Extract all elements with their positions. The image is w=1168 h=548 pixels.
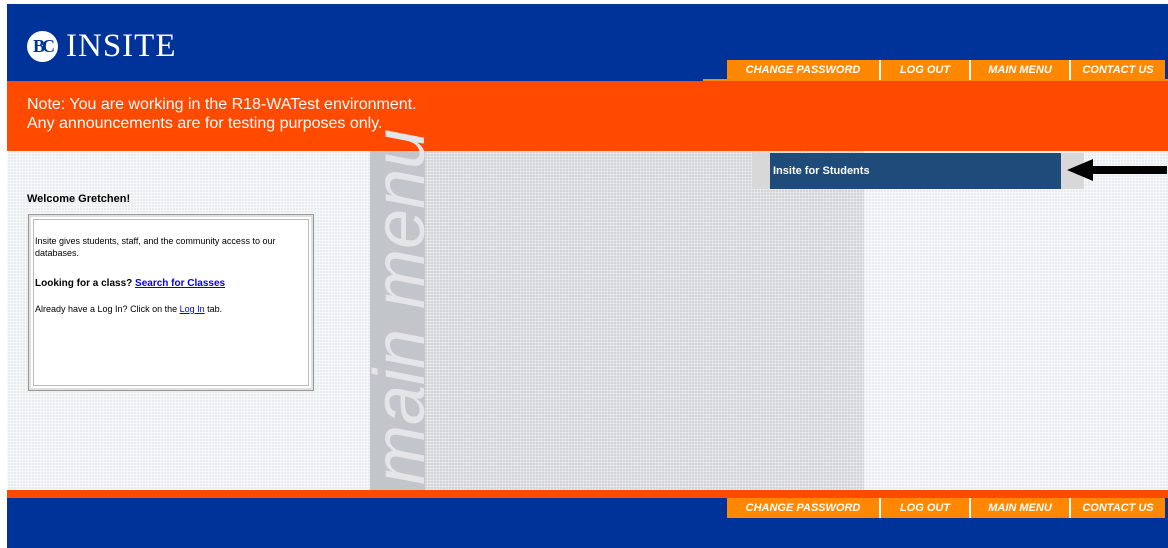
login-hint: Already have a Log In? Click on the Log … (35, 304, 222, 314)
insite-logo[interactable]: BC INSITE (27, 30, 176, 63)
notice-line-2: Any announcements are for testing purpos… (27, 115, 383, 132)
page-frame: BC INSITE CHANGE PASSWORD LOG OUT MAIN M… (7, 4, 1168, 548)
login-prefix: Already have a Log In? Click on the (35, 304, 178, 314)
looking-prefix: Looking for a class? (35, 278, 133, 289)
welcome-message: Welcome Gretchen! (27, 193, 131, 205)
info-panel: Insite gives students, staff, and the co… (28, 214, 314, 391)
arrow-left-icon (1067, 159, 1167, 181)
logo-text: INSITE (66, 28, 177, 64)
main-content: main menu Welcome Gretchen! Insite gives… (7, 128, 1168, 490)
looking-for-class: Looking for a class? Search for Classes (35, 278, 225, 289)
environment-notice: Note: You are working in the R18-WATest … (7, 81, 1168, 151)
search-for-classes-link[interactable]: Search for Classes (135, 278, 225, 289)
info-description: Insite gives students, staff, and the co… (35, 236, 276, 258)
main-menu-link-footer[interactable]: MAIN MENU (969, 498, 1069, 518)
log-out-link-footer[interactable]: LOG OUT (879, 498, 969, 518)
contact-us-link[interactable]: CONTACT US (1069, 60, 1165, 80)
log-out-link[interactable]: LOG OUT (879, 60, 969, 80)
contact-us-link-footer[interactable]: CONTACT US (1069, 498, 1165, 518)
header-bar: BC INSITE CHANGE PASSWORD LOG OUT MAIN M… (7, 4, 1168, 81)
menu-background (370, 151, 864, 490)
notice-line-1: Note: You are working in the R18-WATest … (27, 96, 417, 113)
change-password-link-footer[interactable]: CHANGE PASSWORD (727, 498, 879, 518)
change-password-link[interactable]: CHANGE PASSWORD (727, 60, 879, 80)
menu-item-wrap: Insite for Students (752, 153, 1084, 189)
top-nav: CHANGE PASSWORD LOG OUT MAIN MENU CONTAC… (727, 60, 1165, 80)
login-suffix: tab. (207, 304, 223, 314)
main-menu-link[interactable]: MAIN MENU (969, 60, 1069, 80)
insite-for-students-link[interactable]: Insite for Students (770, 153, 1061, 189)
bc-logo-icon: BC (27, 31, 58, 62)
main-menu-watermark: main menu (360, 128, 440, 485)
bottom-nav: CHANGE PASSWORD LOG OUT MAIN MENU CONTAC… (727, 498, 1165, 518)
log-in-link[interactable]: Log In (180, 304, 205, 314)
footer-stripe (7, 490, 1168, 498)
